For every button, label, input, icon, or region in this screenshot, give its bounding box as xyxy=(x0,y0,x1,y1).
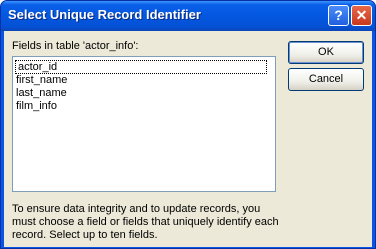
list-item-first-name[interactable]: first_name xyxy=(16,74,67,86)
help-text-line: record. Select up to ten fields. xyxy=(12,229,158,241)
window-title: Select Unique Record Identifier xyxy=(8,7,201,22)
help-icon[interactable]: ? xyxy=(328,5,349,26)
list-item-actor-id[interactable]: actor_id xyxy=(15,60,267,74)
close-icon[interactable]: ✕ xyxy=(351,5,372,26)
list-item-film-info[interactable]: film_info xyxy=(16,100,57,112)
title-bar[interactable]: Select Unique Record Identifier ? ✕ xyxy=(1,1,375,31)
fields-label: Fields in table 'actor_info': xyxy=(12,40,139,52)
list-item-last-name[interactable]: last_name xyxy=(16,87,67,99)
fields-listbox[interactable]: actor_id first_name last_name film_info xyxy=(12,56,276,192)
cancel-button[interactable]: Cancel xyxy=(288,68,364,91)
help-text: To ensure data integrity and to update r… xyxy=(12,203,342,242)
ok-button[interactable]: OK xyxy=(288,41,364,64)
dialog-window: Select Unique Record Identifier ? ✕ Fiel… xyxy=(0,0,376,249)
help-text-line: must choose a field or fields that uniqu… xyxy=(12,216,279,228)
dialog-body: Fields in table 'actor_info': actor_id f… xyxy=(4,31,372,247)
help-text-line: To ensure data integrity and to update r… xyxy=(12,203,261,215)
